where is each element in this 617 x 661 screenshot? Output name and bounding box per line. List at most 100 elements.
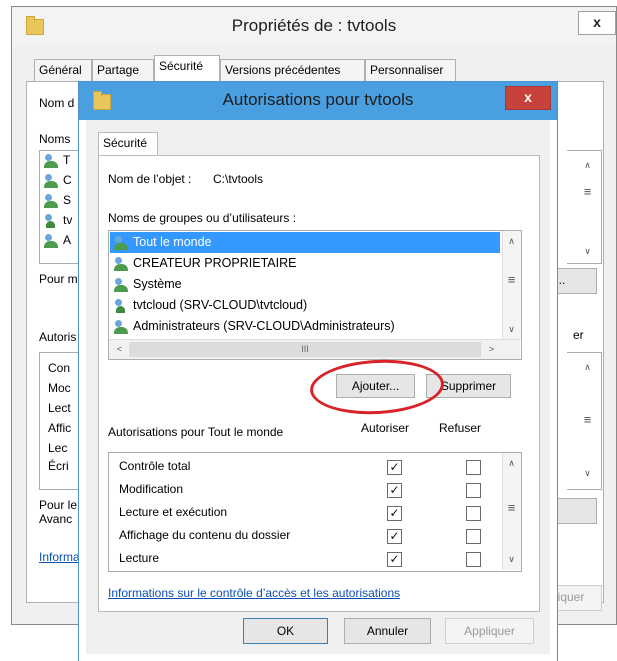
perm-fragment: Lec — [48, 441, 68, 455]
user-name: tvtcloud (SRV-CLOUD\tvtcloud) — [133, 298, 308, 312]
scroll-up-icon[interactable]: ∧ — [579, 157, 596, 174]
perm-fragment: Écri — [48, 459, 69, 473]
permission-name: Affichage du contenu du dossier — [119, 528, 291, 542]
tab-previous-versions[interactable]: Versions précédentes — [220, 59, 365, 81]
permission-name: Lecture — [119, 551, 160, 565]
highlight-circle — [308, 356, 446, 418]
group-icon — [44, 153, 60, 168]
permissions-label: Autorisations pour Tout le monde — [108, 425, 284, 439]
users-vscrollbar[interactable]: ∧ ≡ ∨ — [502, 231, 521, 339]
allow-checkbox[interactable]: ✓ — [387, 483, 402, 498]
list-item[interactable]: Tout le monde — [110, 232, 500, 253]
list-item[interactable]: Système — [110, 274, 500, 295]
scroll-up-icon[interactable]: ∧ — [579, 359, 596, 376]
back-permissions-scrollbar[interactable]: ∧ ≡ ∨ — [567, 352, 602, 490]
cancel-button[interactable]: Annuler — [344, 618, 431, 644]
deny-checkbox[interactable] — [466, 529, 481, 544]
allow-checkbox[interactable]: ✓ — [387, 552, 402, 567]
tab-customize[interactable]: Personnaliser — [365, 59, 456, 81]
allow-checkbox[interactable]: ✓ — [387, 506, 402, 521]
user-icon — [44, 213, 60, 228]
properties-titlebar: Propriétés de : tvtools x — [12, 7, 616, 45]
back-user-row: tv — [40, 213, 72, 228]
user-name: Système — [133, 277, 182, 291]
scroll-up-icon[interactable]: ∧ — [503, 455, 520, 472]
group-icon — [114, 319, 130, 334]
deny-checkbox[interactable] — [466, 506, 481, 521]
deny-header-fragment: er — [573, 328, 584, 342]
dialog-body: Sécurité Nom de l’objet : C:\tvtools Nom… — [86, 120, 550, 654]
user-name: Administrateurs (SRV-CLOUD\Administrateu… — [133, 319, 395, 333]
object-name-value: C:\tvtools — [213, 172, 264, 186]
group-icon — [114, 256, 130, 271]
back-user-row: T — [40, 153, 70, 168]
group-icon — [44, 193, 60, 208]
groups-label: Noms de groupes ou d’utilisateurs : — [108, 211, 297, 225]
properties-title: Propriétés de : tvtools — [231, 16, 397, 35]
allow-checkbox[interactable]: ✓ — [387, 529, 402, 544]
perm-fragment: Con — [48, 361, 71, 375]
deny-checkbox[interactable] — [466, 460, 481, 475]
ok-button[interactable]: OK — [243, 618, 328, 644]
permissions-dialog: Autorisations pour tvtools x Sécurité No… — [79, 82, 557, 661]
group-icon — [114, 277, 130, 292]
dialog-title: Autorisations pour tvtools — [222, 90, 414, 109]
close-button[interactable]: x — [578, 11, 616, 35]
scroll-down-icon[interactable]: ∨ — [579, 465, 596, 482]
scroll-left-icon[interactable]: < — [111, 341, 128, 358]
users-list-rows: Tout le monde CREATEUR PROPRIETAIRE Syst… — [110, 232, 500, 337]
users-list[interactable]: Tout le monde CREATEUR PROPRIETAIRE Syst… — [108, 230, 522, 360]
scroll-thumb-icon[interactable]: ≡ — [579, 183, 596, 200]
deny-checkbox[interactable] — [466, 483, 481, 498]
user-name: Tout le monde — [133, 235, 212, 249]
security-panel: Nom de l’objet : C:\tvtools Noms de grou… — [98, 155, 540, 612]
permissions-list[interactable]: Contrôle total ✓ Modification ✓ Lecture … — [108, 452, 522, 572]
permission-name: Contrôle total — [119, 459, 191, 473]
list-item[interactable]: CREATEUR PROPRIETAIRE — [110, 253, 500, 274]
permission-name: Lecture et exécution — [119, 505, 228, 519]
scroll-down-icon[interactable]: ∨ — [579, 243, 596, 260]
users-hscrollbar[interactable]: < III > — [109, 339, 520, 359]
group-icon — [44, 233, 60, 248]
back-user-label: C — [63, 173, 72, 187]
list-item[interactable]: tvtcloud (SRV-CLOUD\tvtcloud) — [110, 295, 500, 316]
access-control-info-link[interactable]: Informations sur le contrôle d’accès et … — [108, 586, 400, 600]
permissions-vscrollbar[interactable]: ∧ ≡ ∨ — [502, 453, 521, 570]
hscroll-thumb[interactable]: III — [129, 342, 481, 357]
tab-general[interactable]: Général — [34, 59, 92, 81]
back-user-label: T — [63, 153, 71, 167]
scroll-thumb-icon[interactable]: ≡ — [579, 411, 596, 428]
scroll-right-icon[interactable]: > — [483, 341, 500, 358]
scroll-down-icon[interactable]: ∨ — [503, 551, 520, 568]
dialog-titlebar: Autorisations pour tvtools x — [79, 82, 557, 120]
perm-fragment: Lect — [48, 401, 71, 415]
group-icon — [44, 173, 60, 188]
group-icon — [114, 235, 130, 250]
perm-fragment: Affic — [48, 421, 72, 435]
user-icon — [114, 298, 130, 313]
scroll-down-icon[interactable]: ∨ — [503, 321, 520, 338]
tab-security[interactable]: Sécurité — [154, 55, 220, 82]
perm-fragment: Moc — [48, 381, 71, 395]
back-user-label: tv — [63, 213, 73, 227]
tab-sharing[interactable]: Partage — [92, 59, 154, 81]
tab-security[interactable]: Sécurité — [98, 132, 158, 156]
permission-name: Modification — [119, 482, 184, 496]
object-name-label: Nom de l’objet : — [108, 172, 192, 186]
deny-header: Refuser — [439, 421, 482, 435]
close-button[interactable]: x — [505, 86, 551, 110]
back-user-row: C — [40, 173, 72, 188]
apply-button[interactable]: Appliquer — [445, 618, 534, 644]
scroll-thumb-icon[interactable]: ≡ — [503, 499, 520, 516]
scroll-up-icon[interactable]: ∧ — [503, 233, 520, 250]
user-name: CREATEUR PROPRIETAIRE — [133, 256, 297, 270]
back-user-row: S — [40, 193, 71, 208]
back-user-row: A — [40, 233, 71, 248]
list-item[interactable]: Administrateurs (SRV-CLOUD\Administrateu… — [110, 316, 500, 337]
back-user-label: A — [63, 233, 72, 247]
scroll-thumb-icon[interactable]: ≡ — [503, 271, 520, 288]
allow-checkbox[interactable]: ✓ — [387, 460, 402, 475]
back-users-scrollbar[interactable]: ∧ ≡ ∨ — [567, 150, 602, 264]
deny-checkbox[interactable] — [466, 552, 481, 567]
allow-header: Autoriser — [361, 421, 410, 435]
